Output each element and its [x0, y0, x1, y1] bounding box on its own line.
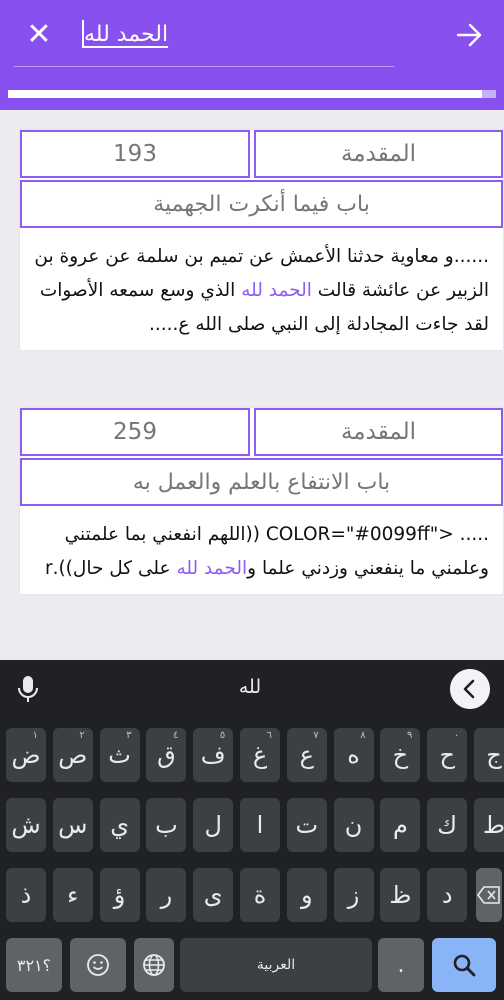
key-hint: ٦: [266, 730, 272, 741]
key[interactable]: ك: [427, 798, 468, 852]
key[interactable]: ء: [52, 868, 93, 922]
key[interactable]: ب: [146, 798, 187, 852]
key-label: خ: [392, 741, 409, 769]
key[interactable]: ؤ: [99, 868, 140, 922]
result-meta: 259 المقدمة: [20, 408, 503, 456]
key[interactable]: و: [286, 868, 327, 922]
key[interactable]: ن: [333, 798, 374, 852]
search-key[interactable]: [432, 938, 496, 992]
keyboard: لله ؟٣٢١ العربية . ض١ص٢ث٣ق٤ف٥غ٦ع ٧ ه ٨ خ…: [0, 660, 504, 1000]
section-label: المقدمة: [254, 130, 503, 178]
key-hint: ٢: [79, 730, 85, 741]
key[interactable]: س: [52, 798, 93, 852]
space-key[interactable]: العربية: [180, 938, 372, 992]
hadith-number: 193: [20, 130, 250, 178]
progress-fill: [8, 90, 496, 98]
key-hint: ٠: [453, 730, 460, 741]
result-card[interactable]: 259 المقدمة باب الانتفاع بالعلم والعمل ب…: [20, 408, 503, 594]
key-hint: ٣: [126, 730, 132, 741]
key[interactable]: د: [427, 868, 468, 922]
key[interactable]: ق٤: [146, 728, 187, 782]
key[interactable]: ل: [193, 798, 234, 852]
key[interactable]: ط: [474, 798, 504, 852]
key-label: ص: [58, 741, 88, 769]
search-input-text: الحمد لله: [84, 21, 169, 47]
globe-icon: [143, 954, 165, 976]
symbols-key[interactable]: ؟٣٢١: [6, 938, 62, 992]
key-hint: ١: [32, 730, 38, 741]
key[interactable]: ي: [99, 798, 140, 852]
snippet-highlight: الحمد لله: [176, 558, 248, 579]
key-hint: ٥: [219, 730, 226, 741]
arrow-right-icon[interactable]: [452, 18, 486, 52]
space-key-label: العربية: [256, 957, 296, 973]
result-snippet: ..... <"COLOR="#0099ff ((اللهم انفعني بم…: [20, 506, 503, 594]
key-hint: ٤: [173, 730, 179, 741]
key[interactable]: ض١: [6, 728, 46, 782]
key[interactable]: ش: [6, 798, 46, 852]
result-card[interactable]: 193 المقدمة باب فيما أنكرت الجهمية .....…: [20, 130, 503, 350]
key[interactable]: ذ: [6, 868, 46, 922]
suggestion-word[interactable]: لله: [200, 676, 300, 698]
chevron-left-icon[interactable]: [450, 669, 490, 709]
search-input[interactable]: الحمد لله: [80, 12, 424, 56]
close-icon[interactable]: ✕: [22, 18, 56, 52]
key[interactable]: ظ: [380, 868, 421, 922]
key-label: غ: [252, 741, 268, 769]
chapter-title: باب فيما أنكرت الجهمية: [20, 180, 503, 228]
key-label: ع: [299, 741, 314, 769]
key-label: ث: [108, 741, 131, 769]
backspace-icon: [477, 886, 500, 904]
suggestion-strip: لله: [0, 660, 504, 718]
key-hint: ٩: [407, 730, 413, 741]
key[interactable]: ح٠: [427, 728, 468, 782]
key[interactable]: ى: [193, 868, 234, 922]
symbols-key-label: ؟٣٢١: [16, 955, 52, 975]
key[interactable]: ص٢: [52, 728, 93, 782]
globe-key[interactable]: [134, 938, 174, 992]
period-key[interactable]: .: [378, 938, 424, 992]
key[interactable]: ث٣: [99, 728, 140, 782]
result-snippet: ......و معاوية حدثنا الأعمش عن تميم بن س…: [20, 228, 503, 350]
key[interactable]: ع٧: [286, 728, 327, 782]
key-label: ه: [347, 741, 360, 769]
search-icon: [453, 954, 476, 977]
snippet-highlight: الحمد لله: [241, 280, 312, 301]
key[interactable]: ز: [333, 868, 374, 922]
key[interactable]: ا: [240, 798, 280, 852]
key[interactable]: ج: [474, 728, 504, 782]
key[interactable]: م: [380, 798, 421, 852]
section-label: المقدمة: [254, 408, 503, 456]
emoji-key[interactable]: [70, 938, 126, 992]
progress-bar: [8, 90, 496, 98]
emoji-icon: [87, 954, 109, 976]
key-hint: ٧: [313, 730, 319, 741]
key[interactable]: خ٩: [380, 728, 421, 782]
key-label: ق: [157, 741, 176, 769]
key-label: ح: [439, 741, 455, 769]
key[interactable]: ت: [286, 798, 327, 852]
key-label: ض: [11, 741, 41, 769]
progress-remaining: [482, 90, 496, 98]
key[interactable]: غ٦: [240, 728, 280, 782]
search-underline: [14, 66, 394, 67]
hadith-number: 259: [20, 408, 250, 456]
key-label: ف: [200, 741, 226, 769]
backspace-key[interactable]: [476, 868, 502, 922]
key[interactable]: ه٨: [333, 728, 374, 782]
key[interactable]: ف٥: [193, 728, 234, 782]
text-cursor: [82, 20, 84, 48]
key-hint: ٨: [360, 730, 366, 741]
key-label: ج: [486, 741, 502, 769]
result-meta: 193 المقدمة: [20, 130, 503, 178]
chapter-title: باب الانتفاع بالعلم والعمل به: [20, 458, 503, 506]
mic-icon[interactable]: [14, 674, 42, 704]
search-header: ✕ الحمد لله: [0, 0, 504, 110]
key[interactable]: ر: [146, 868, 187, 922]
key[interactable]: ة: [240, 868, 280, 922]
snippet-text: على كل حال)).r: [44, 558, 177, 579]
